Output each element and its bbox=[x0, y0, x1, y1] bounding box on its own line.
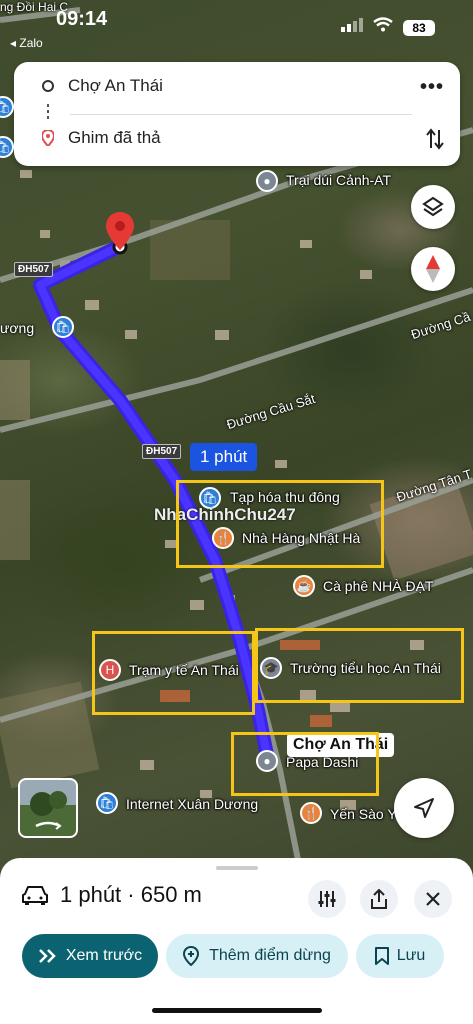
pin-icon[interactable]: ● bbox=[256, 170, 278, 192]
my-location-button[interactable] bbox=[394, 778, 454, 838]
drag-handle[interactable] bbox=[216, 866, 258, 870]
more-options-button[interactable]: ••• bbox=[420, 76, 444, 99]
swap-icon bbox=[426, 128, 444, 150]
back-to-app-link[interactable]: ◂ Zalo bbox=[10, 36, 43, 50]
add-location-icon bbox=[183, 946, 200, 966]
battery-indicator: 83 bbox=[403, 20, 435, 36]
place-label[interactable]: Yến Sào Y bbox=[330, 806, 397, 822]
place-label[interactable]: Trại dúi Cảnh-AT bbox=[286, 172, 391, 188]
origin-field[interactable]: Chợ An Thái bbox=[68, 76, 163, 96]
double-chevron-icon bbox=[38, 949, 56, 963]
tune-icon bbox=[318, 891, 336, 907]
layers-button[interactable] bbox=[411, 185, 455, 229]
road-shield: ĐH507 bbox=[14, 262, 54, 277]
highlight-box bbox=[176, 480, 384, 568]
route-card: Chợ An Thái Ghim đã thả ••• bbox=[14, 62, 460, 166]
preview-button[interactable]: Xem trước bbox=[22, 934, 158, 978]
shopping-icon[interactable]: 🛍 bbox=[52, 316, 74, 338]
bottom-sheet: 1 phút · 650 m Xem trước Thêm điểm dừng bbox=[0, 858, 473, 1024]
back-arrow-icon: ◂ bbox=[10, 36, 20, 50]
status-time: 09:14 bbox=[56, 8, 108, 30]
signal-icon bbox=[341, 17, 363, 32]
street-view-icon bbox=[30, 791, 67, 830]
navigation-arrow-icon bbox=[414, 798, 434, 818]
add-stop-button[interactable]: Thêm điểm dừng bbox=[166, 934, 348, 978]
divider bbox=[70, 114, 412, 115]
street-view-thumbnail[interactable] bbox=[18, 778, 78, 838]
route-options-button[interactable] bbox=[308, 880, 346, 918]
compass-icon bbox=[426, 255, 440, 283]
wifi-icon bbox=[373, 17, 393, 32]
route-connector bbox=[47, 104, 49, 122]
place-label[interactable]: Cà phê NHÀ ĐẠT bbox=[323, 578, 433, 594]
swap-directions-button[interactable] bbox=[426, 128, 444, 156]
close-icon bbox=[426, 892, 440, 906]
share-button[interactable] bbox=[360, 880, 398, 918]
map-view[interactable]: ng Đồi Hai C 09:14 ◂ Zalo 83 Chợ An Thái… bbox=[0, 0, 473, 870]
share-icon bbox=[371, 889, 387, 909]
route-summary: 1 phút · 650 m bbox=[22, 882, 202, 908]
route-summary-text: 1 phút · 650 m bbox=[60, 882, 202, 907]
restaurant-icon[interactable]: 🍴 bbox=[300, 802, 322, 824]
status-icons bbox=[341, 17, 393, 32]
dropped-pin-icon[interactable] bbox=[106, 212, 134, 250]
bookmark-icon bbox=[374, 947, 389, 965]
layers-icon bbox=[422, 196, 444, 217]
highlight-box bbox=[255, 628, 464, 703]
home-indicator bbox=[152, 1008, 322, 1013]
highlight-box bbox=[231, 732, 379, 796]
close-button[interactable] bbox=[414, 880, 452, 918]
route-duration-badge[interactable]: 1 phút bbox=[190, 443, 258, 471]
destination-field[interactable]: Ghim đã thả bbox=[68, 128, 161, 148]
place-label[interactable]: Internet Xuân Dương bbox=[126, 796, 258, 812]
compass-button[interactable] bbox=[411, 247, 455, 291]
highlight-box bbox=[92, 631, 255, 715]
road-label: ương bbox=[0, 320, 35, 336]
road-shield: ĐH507 bbox=[142, 444, 182, 459]
origin-icon bbox=[42, 80, 54, 92]
shopping-icon[interactable]: 🛍 bbox=[96, 792, 118, 814]
save-button[interactable]: Lưu bbox=[356, 934, 444, 978]
coffee-icon[interactable]: ☕ bbox=[293, 575, 315, 597]
destination-pin-icon bbox=[42, 130, 54, 146]
car-icon bbox=[22, 886, 48, 905]
